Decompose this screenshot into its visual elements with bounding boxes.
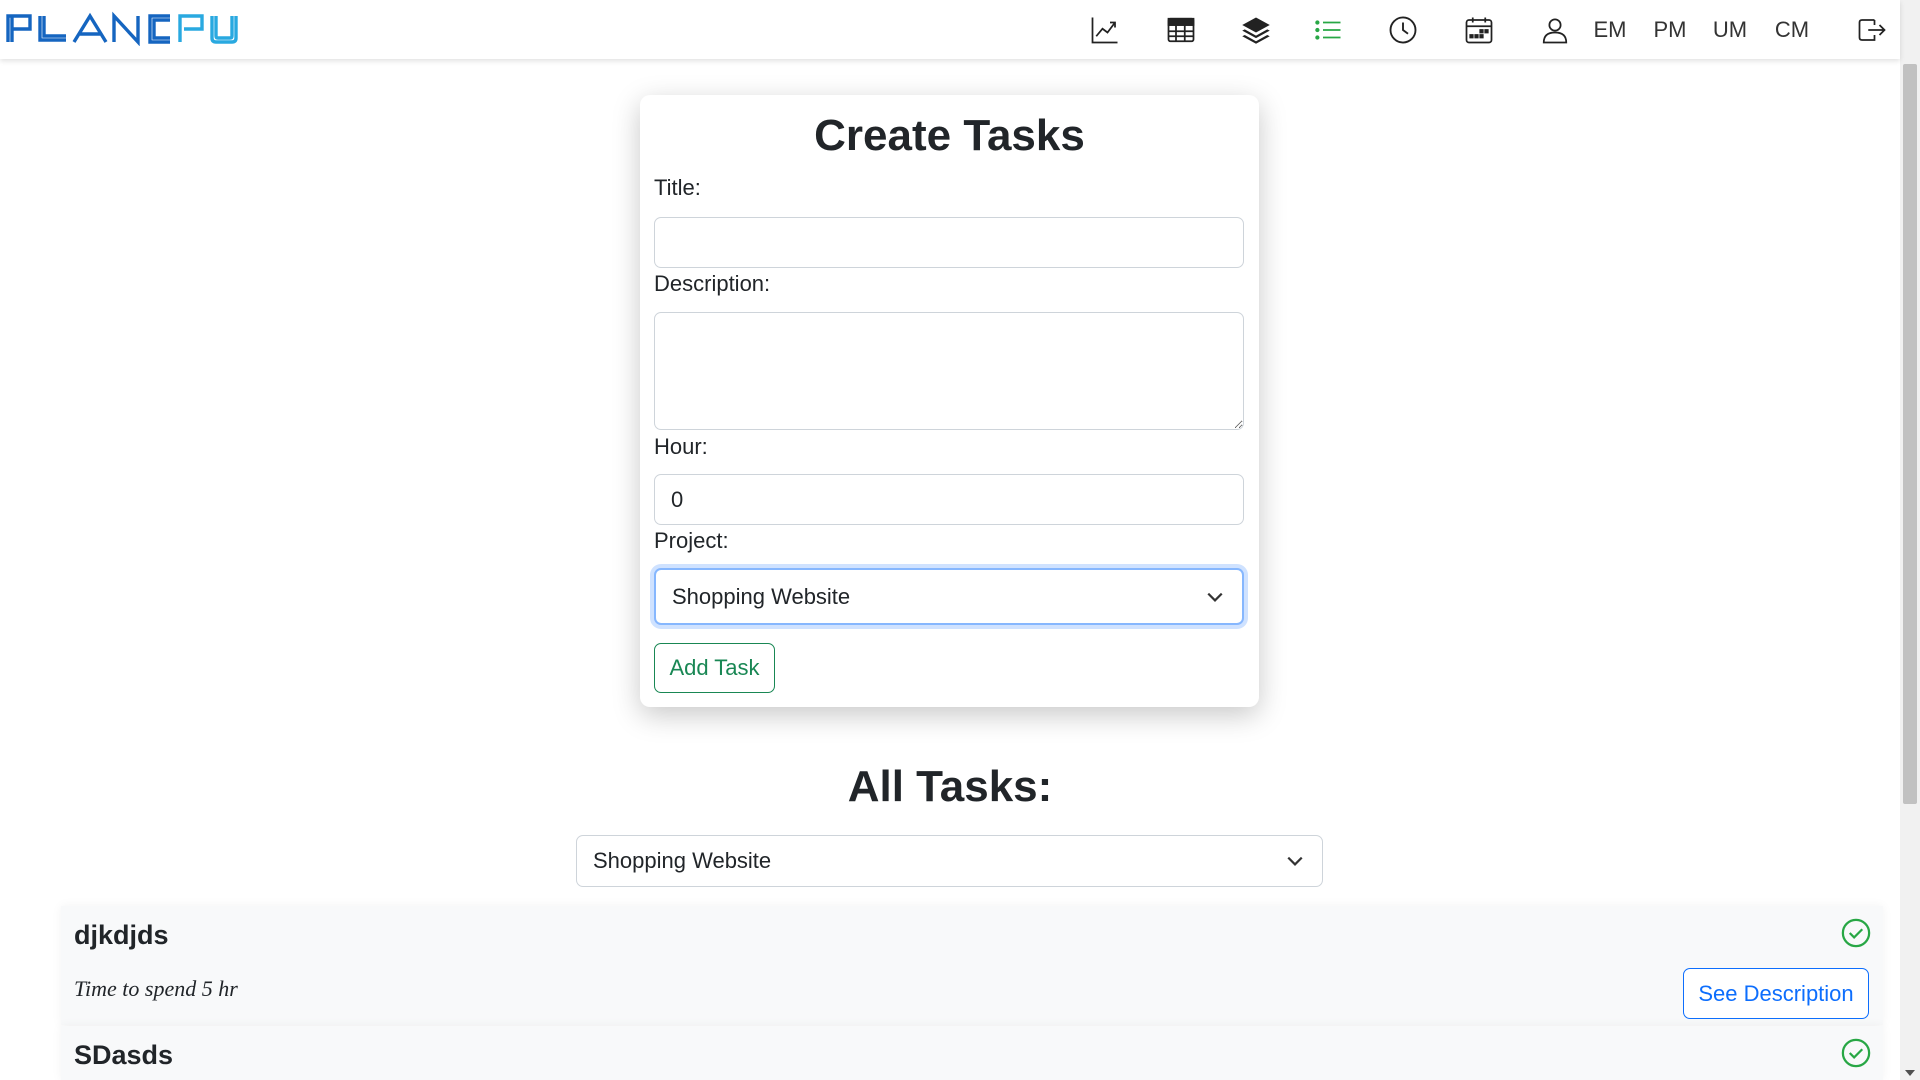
chevron-down-icon xyxy=(1287,856,1303,866)
user-icon xyxy=(1542,18,1568,43)
table-icon xyxy=(1167,17,1195,42)
nav-em[interactable]: EM xyxy=(1590,0,1630,59)
calendar-icon xyxy=(1465,17,1493,43)
nav-table[interactable] xyxy=(1161,0,1201,59)
logout-icon xyxy=(1858,18,1886,41)
add-task-button[interactable]: Add Task xyxy=(654,643,775,693)
nav-um[interactable]: UM xyxy=(1710,0,1750,59)
project-select-value: Shopping Website xyxy=(672,583,851,609)
page-scrollbar[interactable] xyxy=(1900,0,1920,1080)
layers-icon xyxy=(1242,17,1270,44)
task-name: djkdjds xyxy=(74,920,169,950)
nav-analytics[interactable] xyxy=(1085,0,1125,59)
nav-tasks[interactable] xyxy=(1308,0,1348,59)
top-navbar: EM PM UM CM xyxy=(0,0,1900,59)
description-label: Description: xyxy=(654,271,771,296)
nav-profile[interactable] xyxy=(1535,0,1575,59)
check-circle-icon[interactable] xyxy=(1841,1038,1871,1068)
hour-label: Hour: xyxy=(654,434,708,459)
nav-logout[interactable] xyxy=(1852,0,1892,59)
create-tasks-heading: Create Tasks xyxy=(814,111,1085,160)
list-icon xyxy=(1315,19,1341,40)
scroll-down-arrow-icon[interactable] xyxy=(1905,1070,1915,1076)
task-card: SDasds xyxy=(61,1026,1883,1080)
title-input[interactable] xyxy=(654,217,1244,268)
nav-timesheet[interactable] xyxy=(1383,0,1423,59)
all-tasks-heading: All Tasks: xyxy=(847,762,1053,811)
check-circle-icon[interactable] xyxy=(1841,918,1871,948)
task-time-text: Time to spend 5 hr xyxy=(74,976,238,1001)
chart-line-icon xyxy=(1091,17,1118,43)
title-label: Title: xyxy=(654,175,701,200)
task-name: SDasds xyxy=(74,1040,174,1070)
project-label: Project: xyxy=(654,528,729,553)
see-description-button[interactable]: See Description xyxy=(1683,968,1869,1019)
nav-calendar[interactable] xyxy=(1459,0,1499,59)
hour-input[interactable] xyxy=(654,474,1244,525)
scrollbar-thumb[interactable] xyxy=(1903,64,1917,804)
project-filter-select[interactable]: Shopping Website xyxy=(576,835,1323,887)
clock-icon xyxy=(1389,16,1417,43)
description-textarea[interactable] xyxy=(654,312,1244,430)
create-task-card: Create Tasks Title: Description: Hour: P… xyxy=(640,95,1259,707)
project-select[interactable]: Shopping Website xyxy=(654,568,1244,625)
project-filter-value: Shopping Website xyxy=(593,848,772,873)
nav-projects[interactable] xyxy=(1236,0,1276,59)
nav-pm[interactable]: PM xyxy=(1650,0,1690,59)
chevron-down-icon xyxy=(1207,592,1223,602)
task-card: djkdjds Time to spend 5 hr See Descripti… xyxy=(61,906,1883,1025)
nav-cm[interactable]: CM xyxy=(1772,0,1812,59)
